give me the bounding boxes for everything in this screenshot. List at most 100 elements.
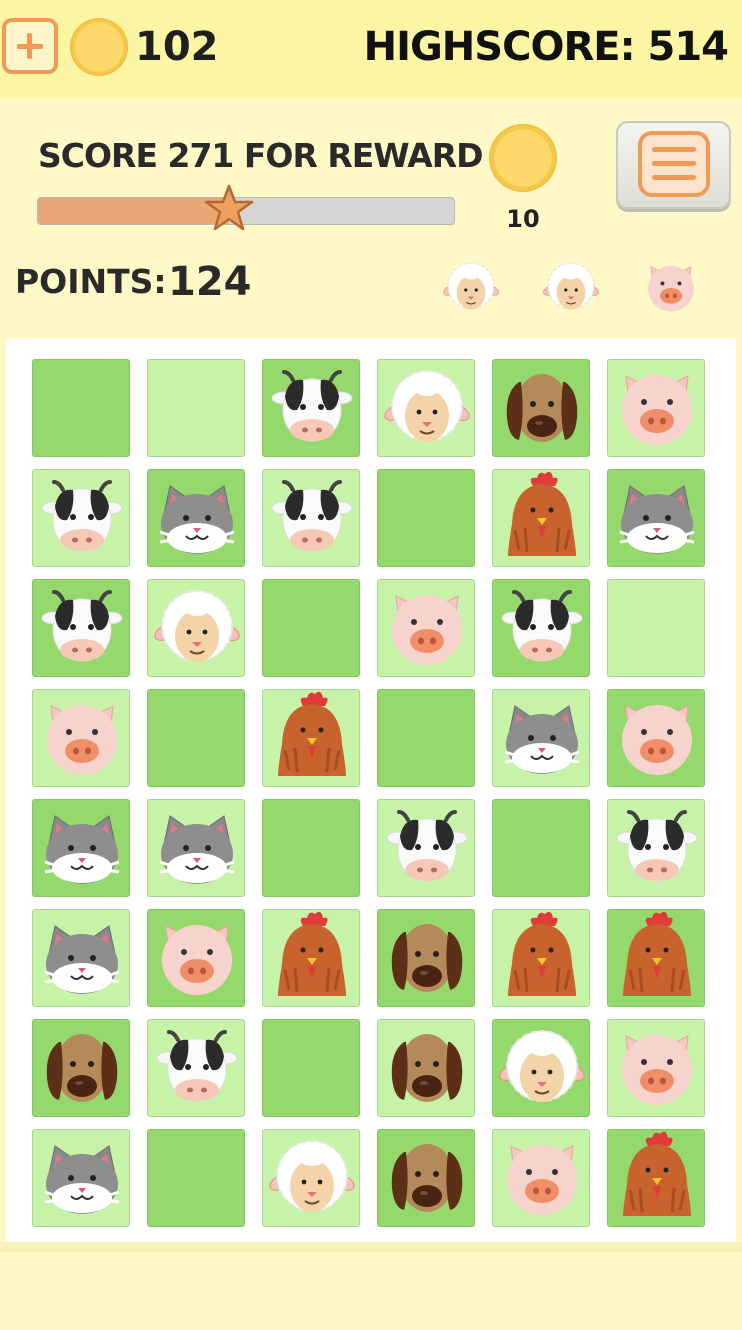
coin-icon [70, 18, 128, 76]
points-label: POINTS: [15, 262, 167, 301]
pig-icon [162, 925, 232, 995]
tile-chicken[interactable] [607, 1129, 705, 1227]
tile-chicken[interactable] [492, 469, 590, 567]
tile-pig[interactable] [377, 579, 475, 677]
chicken-icon [508, 911, 576, 996]
dog-icon [46, 1034, 118, 1102]
tile-sheep[interactable] [262, 1129, 360, 1227]
tile-empty[interactable] [147, 689, 245, 787]
tile-cow[interactable] [32, 579, 130, 677]
tile-cat[interactable] [32, 909, 130, 1007]
tile-pig[interactable] [492, 1129, 590, 1227]
sheep-icon [269, 1140, 355, 1212]
tile-cow[interactable] [32, 469, 130, 567]
tile-pig[interactable] [607, 359, 705, 457]
cat-icon [159, 815, 235, 884]
add-coins-button[interactable] [2, 18, 58, 74]
tile-cat[interactable] [32, 1129, 130, 1227]
tile-cow[interactable] [492, 579, 590, 677]
tile-pig[interactable] [147, 909, 245, 1007]
dog-icon [391, 1034, 463, 1102]
hamburger-menu-icon [638, 131, 710, 197]
pig-icon [507, 1145, 577, 1215]
reward-coin-count: 10 [506, 205, 540, 233]
tile-empty[interactable] [492, 799, 590, 897]
sheep-icon [154, 590, 240, 662]
dog-icon [391, 1144, 463, 1212]
cow-icon [156, 1030, 238, 1102]
menu-button[interactable] [616, 121, 731, 209]
tile-empty[interactable] [32, 359, 130, 457]
pig-icon [622, 705, 692, 775]
tile-cow[interactable] [607, 799, 705, 897]
tile-empty[interactable] [262, 1019, 360, 1117]
cow-icon [41, 590, 123, 662]
tile-empty[interactable] [147, 1129, 245, 1227]
reward-progress-bar [37, 184, 455, 231]
tile-cat[interactable] [147, 799, 245, 897]
tile-dog[interactable] [377, 1129, 475, 1227]
target-sheep-icon [535, 256, 607, 320]
tile-chicken[interactable] [262, 909, 360, 1007]
pig-icon [622, 1035, 692, 1105]
tile-cat[interactable] [492, 689, 590, 787]
tile-pig[interactable] [607, 1019, 705, 1117]
tile-chicken[interactable] [262, 689, 360, 787]
tile-empty[interactable] [377, 469, 475, 567]
target-sheep-icon [435, 256, 507, 320]
target-pig-icon [635, 256, 707, 320]
tile-cow[interactable] [377, 799, 475, 897]
reward-progress-fill [38, 198, 230, 224]
chicken-icon [508, 471, 576, 556]
game-board [6, 339, 736, 1242]
coins-count: 102 [135, 24, 219, 70]
tile-cat[interactable] [607, 469, 705, 567]
tile-sheep[interactable] [147, 579, 245, 677]
reward-goal-label: SCORE 271 FOR REWARD [38, 136, 484, 175]
highscore-label: HIGHSCORE: 514 [363, 24, 729, 70]
tile-cow[interactable] [147, 1019, 245, 1117]
tile-dog[interactable] [32, 1019, 130, 1117]
tile-pig[interactable] [32, 689, 130, 787]
cow-icon [386, 810, 468, 882]
dog-icon [506, 374, 578, 442]
cow-icon [41, 480, 123, 552]
pig-icon [47, 705, 117, 775]
cat-icon [44, 925, 120, 994]
cat-icon [159, 485, 235, 554]
tile-cat[interactable] [147, 469, 245, 567]
cat-icon [44, 1145, 120, 1214]
chicken-icon [278, 691, 346, 776]
cow-icon [501, 590, 583, 662]
cat-icon [619, 485, 695, 554]
tile-cow[interactable] [262, 359, 360, 457]
cow-icon [271, 370, 353, 442]
tile-sheep[interactable] [377, 359, 475, 457]
tile-dog[interactable] [377, 1019, 475, 1117]
chicken-icon [623, 911, 691, 996]
tile-cow[interactable] [262, 469, 360, 567]
tile-empty[interactable] [147, 359, 245, 457]
board-bottom-edge [0, 1242, 742, 1252]
tile-empty[interactable] [262, 579, 360, 677]
tile-cat[interactable] [32, 799, 130, 897]
tile-empty[interactable] [262, 799, 360, 897]
cow-icon [271, 480, 353, 552]
sheep-icon [499, 1030, 585, 1102]
points-value: 124 [168, 259, 252, 305]
tile-empty[interactable] [377, 689, 475, 787]
tile-chicken[interactable] [492, 909, 590, 1007]
cat-icon [504, 705, 580, 774]
top-bar: 102 HIGHSCORE: 514 [0, 0, 742, 98]
tile-empty[interactable] [607, 579, 705, 677]
pig-icon [622, 375, 692, 445]
tile-dog[interactable] [492, 359, 590, 457]
cow-icon [616, 810, 698, 882]
chicken-icon [623, 1131, 691, 1216]
tile-sheep[interactable] [492, 1019, 590, 1117]
tile-dog[interactable] [377, 909, 475, 1007]
tile-chicken[interactable] [607, 909, 705, 1007]
dog-icon [391, 924, 463, 992]
tile-pig[interactable] [607, 689, 705, 787]
star-icon [205, 184, 254, 231]
